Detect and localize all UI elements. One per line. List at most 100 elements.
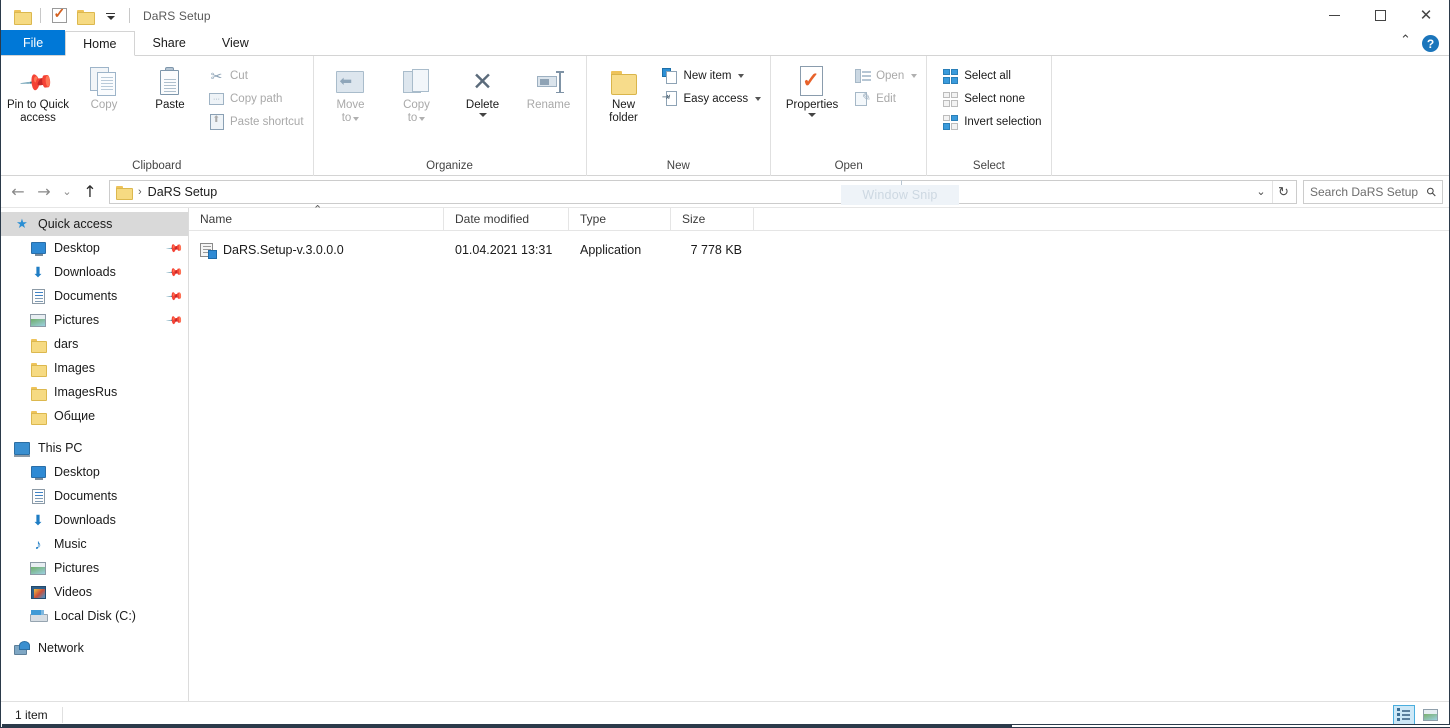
explorer-body: ★ Quick access Desktop 📌 ⬇ Downloads 📌 D… (1, 204, 1449, 701)
sidebar-item-pictures[interactable]: Pictures 📌 (1, 308, 188, 332)
sidebar-item-pc-downloads[interactable]: ⬇ Downloads (1, 508, 188, 532)
sidebar-item-obshie[interactable]: Общие (1, 404, 188, 428)
new-folder-button[interactable]: New folder (591, 60, 657, 125)
large-icons-view-button[interactable] (1419, 705, 1441, 725)
horizontal-scrollbar[interactable] (2, 724, 1450, 727)
refresh-icon[interactable]: ↻ (1272, 180, 1294, 203)
window-snip-overlay: Window Snip (841, 185, 959, 205)
cut-label: Cut (230, 70, 248, 82)
new-item-button[interactable]: New item (657, 65, 767, 87)
cut-button[interactable]: ✂ Cut (203, 65, 309, 87)
forward-button[interactable]: → (31, 179, 57, 205)
file-list[interactable]: DaRS.Setup-v.3.0.0.0 01.04.2021 13:31 Ap… (189, 231, 1449, 701)
invert-selection-button[interactable]: Invert selection (937, 111, 1046, 133)
ribbon-tab-actions: ? (1400, 33, 1449, 55)
copy-path-button[interactable]: ··· Copy path (203, 88, 309, 110)
pin-to-quick-access-button[interactable]: 📌 Pin to Quick access (5, 60, 71, 125)
column-header-size[interactable]: Size (671, 207, 754, 231)
file-name-cell[interactable]: DaRS.Setup-v.3.0.0.0 (189, 242, 444, 259)
back-button[interactable]: ← (5, 179, 31, 205)
search-icon: ⚲ (1423, 183, 1440, 200)
file-type-cell: Application (580, 242, 642, 257)
copy-to-line2: to (407, 112, 418, 124)
edit-button[interactable]: ✎ Edit (849, 88, 922, 110)
table-row[interactable]: DaRS.Setup-v.3.0.0.0 01.04.2021 13:31 Ap… (189, 239, 1449, 260)
sidebar-item-images[interactable]: Images (1, 356, 188, 380)
new-item-icon (662, 68, 679, 85)
column-header-date-modified[interactable]: Date modified (444, 207, 569, 231)
help-icon[interactable]: ? (1422, 35, 1439, 52)
group-label-new: New (666, 160, 690, 172)
new-folder-line1: New (612, 99, 636, 111)
sidebar-item-documents[interactable]: Documents 📌 (1, 284, 188, 308)
properties-button[interactable]: ✓ Properties (775, 60, 849, 117)
close-icon: ✕ (1419, 6, 1433, 24)
tab-view[interactable]: View (204, 30, 267, 55)
sidebar-item-pc-pictures[interactable]: Pictures (1, 556, 188, 580)
column-label-name: Name (200, 212, 233, 226)
customize-caret-icon[interactable] (98, 4, 124, 28)
explorer-folder-icon[interactable] (9, 4, 35, 28)
minimize-button[interactable] (1311, 0, 1357, 31)
sidebar-item-downloads[interactable]: ⬇ Downloads 📌 (1, 260, 188, 284)
search-input[interactable]: Search DaRS Setup (1310, 185, 1418, 199)
select-all-button[interactable]: Select all (937, 65, 1046, 87)
sidebar-item-dars[interactable]: dars (1, 332, 188, 356)
videos-icon (27, 585, 49, 599)
paste-button[interactable]: Paste (137, 60, 203, 112)
sidebar-label-pc-downloads: Downloads (54, 513, 116, 527)
pictures-icon (27, 561, 49, 575)
address-bar-actions: ⌄ ↻ (1250, 180, 1294, 203)
breadcrumb-current[interactable]: DaRS Setup (148, 185, 217, 199)
recent-locations-button[interactable]: ⌄ (57, 179, 77, 205)
horizontal-scrollbar-thumb[interactable] (2, 724, 1012, 727)
sidebar-item-network[interactable]: Network (1, 636, 188, 660)
sidebar-label-imagesrus: ImagesRus (54, 385, 118, 399)
copy-to-button[interactable]: Copy to (384, 60, 450, 125)
sidebar-item-pc-documents[interactable]: Documents (1, 484, 188, 508)
sidebar-item-pc-desktop[interactable]: Desktop (1, 460, 188, 484)
tab-home[interactable]: Home (65, 31, 135, 56)
tab-file[interactable]: File (1, 30, 66, 55)
sidebar-item-local-disk-c[interactable]: Local Disk (C:) (1, 604, 188, 628)
select-none-button[interactable]: Select none (937, 88, 1046, 110)
copy-button[interactable]: Copy (71, 60, 137, 112)
collapse-ribbon-icon[interactable] (1400, 33, 1412, 50)
sidebar-label-pc-documents: Documents (54, 489, 118, 503)
breadcrumb-bar[interactable]: › DaRS Setup ⌄ ↻ (109, 179, 1297, 204)
tab-share[interactable]: Share (135, 30, 204, 55)
sidebar-item-quick-access[interactable]: ★ Quick access (1, 212, 188, 236)
open-button[interactable]: Open (849, 65, 922, 87)
up-button[interactable]: ↑ (77, 179, 103, 205)
search-box[interactable]: Search DaRS Setup ⚲ (1303, 179, 1443, 204)
sidebar-item-desktop[interactable]: Desktop 📌 (1, 236, 188, 260)
sidebar-item-imagesrus[interactable]: ImagesRus (1, 380, 188, 404)
breadcrumb-folder-icon[interactable] (116, 185, 133, 200)
copy-to-line1: Copy (403, 99, 430, 111)
invert-selection-label: Invert selection (964, 116, 1042, 128)
paste-shortcut-button[interactable]: Paste shortcut (203, 111, 309, 133)
easy-access-button[interactable]: ⇥ Easy access (657, 88, 767, 110)
sidebar-label-local-disk-c: Local Disk (C:) (54, 609, 136, 623)
rename-button[interactable]: Rename (516, 60, 582, 112)
new-folder-icon[interactable] (72, 4, 98, 28)
properties-checkbox-icon[interactable] (46, 4, 72, 28)
address-history-caret-icon[interactable]: ⌄ (1250, 181, 1272, 203)
close-button[interactable]: ✕ (1403, 0, 1449, 31)
maximize-button[interactable] (1357, 0, 1403, 31)
delete-button[interactable]: ✕ Delete (450, 60, 516, 117)
column-header-type[interactable]: Type (569, 207, 671, 231)
paste-shortcut-label: Paste shortcut (230, 116, 304, 128)
sidebar-item-pc-videos[interactable]: Videos (1, 580, 188, 604)
file-explorer-window: DaRS Setup ✕ File Home Share View ? 📌 Pi… (0, 0, 1450, 728)
move-to-button[interactable]: ⬅ Move to (318, 60, 384, 125)
pin-icon: 📌 (19, 63, 57, 101)
sidebar-item-pc-music[interactable]: ♪ Music (1, 532, 188, 556)
column-header-name[interactable]: Name ⌃ (189, 204, 444, 231)
sidebar-item-this-pc[interactable]: This PC (1, 436, 188, 460)
delete-caret-icon[interactable] (478, 113, 487, 117)
details-view-button[interactable] (1393, 704, 1415, 725)
breadcrumb-separator[interactable]: › (138, 186, 142, 198)
properties-caret-icon[interactable] (808, 113, 817, 117)
